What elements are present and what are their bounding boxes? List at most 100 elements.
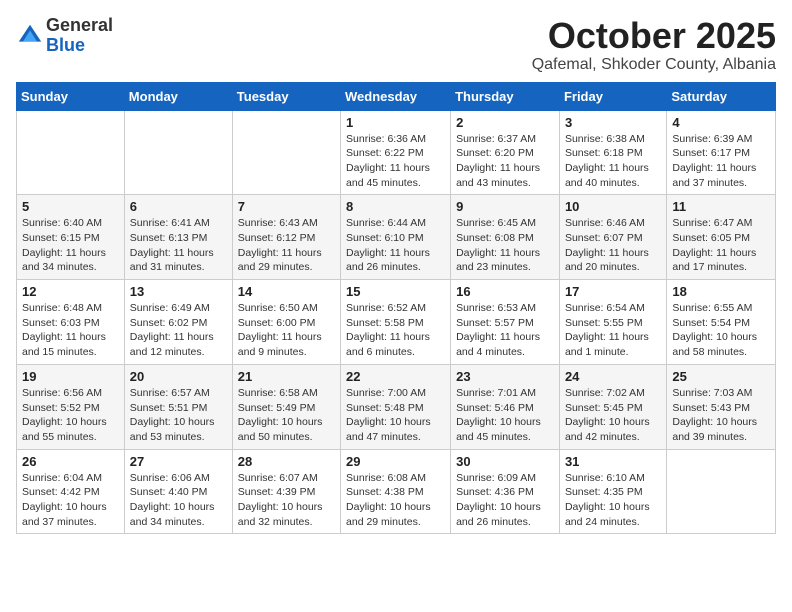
daylight-label: Daylight: 11 hours and 12 minutes. [130, 331, 214, 358]
day-number: 26 [22, 454, 119, 469]
daylight-label: Daylight: 11 hours and 15 minutes. [22, 331, 106, 358]
day-number: 15 [346, 284, 445, 299]
daylight-label: Daylight: 10 hours and 26 minutes. [456, 501, 541, 528]
day-info: Sunrise: 6:04 AMSunset: 4:42 PMDaylight:… [22, 471, 119, 530]
sunrise-label: Sunrise: 6:07 AM [238, 472, 318, 484]
sunset-label: Sunset: 6:22 PM [346, 147, 424, 159]
daylight-label: Daylight: 10 hours and 50 minutes. [238, 416, 323, 443]
sunset-label: Sunset: 6:02 PM [130, 317, 208, 329]
sunset-label: Sunset: 6:18 PM [565, 147, 643, 159]
day-info: Sunrise: 7:02 AM Sunset: 5:45 PM Daylight:… [565, 386, 661, 445]
daylight-label: Daylight: 11 hours and 23 minutes. [456, 247, 540, 274]
sunset-label: Sunset: 4:42 PM [22, 486, 100, 498]
calendar-cell: 14Sunrise: 6:50 AMSunset: 6:00 PMDayligh… [232, 280, 340, 365]
day-number: 31 [565, 454, 661, 469]
daylight-label: Daylight: 10 hours and 39 minutes. [672, 416, 757, 443]
daylight-label: Daylight: 11 hours and 1 minute. [565, 331, 649, 358]
day-info: Sunrise: 6:40 AMSunset: 6:15 PMDaylight:… [22, 216, 119, 275]
daylight-label: Daylight: 10 hours and 45 minutes. [456, 416, 541, 443]
daylight-label: Daylight: 11 hours and 26 minutes. [346, 247, 430, 274]
daylight-label: Daylight: 10 hours and 42 minutes. [565, 416, 650, 443]
day-number: 17 [565, 284, 661, 299]
calendar-cell: 10 Sunrise: 6:46 AM Sunset: 6:07 PM Dayligh… [559, 195, 666, 280]
day-number: 18 [672, 284, 770, 299]
daylight-label: Daylight: 11 hours and 4 minutes. [456, 331, 540, 358]
sunset-label: Sunset: 4:38 PM [346, 486, 424, 498]
day-info: Sunrise: 6:58 AMSunset: 5:49 PMDaylight:… [238, 386, 335, 445]
sunset-label: Sunset: 5:45 PM [565, 402, 643, 414]
day-number: 6 [130, 199, 227, 214]
weekday-header: Friday [559, 82, 666, 110]
calendar-week-row: 26 Sunrise: 6:04 AMSunset: 4:42 PMDayligh… [17, 449, 776, 534]
sunset-label: Sunset: 4:40 PM [130, 486, 208, 498]
day-number: 16 [456, 284, 554, 299]
weekday-header-row: SundayMondayTuesdayWednesdayThursdayFrid… [17, 82, 776, 110]
weekday-header: Tuesday [232, 82, 340, 110]
daylight-label: Daylight: 11 hours and 17 minutes. [672, 247, 756, 274]
sunset-label: Sunset: 4:36 PM [456, 486, 534, 498]
day-info: Sunrise: 6:07 AMSunset: 4:39 PMDaylight:… [238, 471, 335, 530]
page-header: General Blue October 2025 Qafemal, Shkod… [16, 16, 776, 74]
sunset-label: Sunset: 6:15 PM [22, 232, 100, 244]
day-info: Sunrise: 7:01 AMSunset: 5:46 PMDaylight:… [456, 386, 554, 445]
calendar-cell [17, 110, 125, 195]
day-number: 14 [238, 284, 335, 299]
calendar-cell: 26 Sunrise: 6:04 AMSunset: 4:42 PMDayligh… [17, 449, 125, 534]
day-info: Sunrise: 6:38 AMSunset: 6:18 PMDaylight:… [565, 132, 661, 191]
sunrise-label: Sunrise: 6:06 AM [130, 472, 210, 484]
calendar-cell: 24 Sunrise: 7:02 AM Sunset: 5:45 PM Dayligh… [559, 364, 666, 449]
sunset-label: Sunset: 5:51 PM [130, 402, 208, 414]
day-info: Sunrise: 6:57 AMSunset: 5:51 PMDaylight:… [130, 386, 227, 445]
sunrise-label: Sunrise: 6:48 AM [22, 302, 102, 314]
calendar-cell: 25Sunrise: 7:03 AMSunset: 5:43 PMDayligh… [667, 364, 776, 449]
daylight-label: Daylight: 11 hours and 45 minutes. [346, 162, 430, 189]
day-number: 7 [238, 199, 335, 214]
day-number: 10 [565, 199, 661, 214]
month-title: October 2025 [532, 16, 776, 56]
day-number: 4 [672, 115, 770, 130]
daylight-label: Daylight: 10 hours and 37 minutes. [22, 501, 107, 528]
day-info: Sunrise: 6:39 AMSunset: 6:17 PMDaylight:… [672, 132, 770, 191]
day-number: 24 [565, 369, 661, 384]
sunrise-label: Sunrise: 6:46 AM [565, 217, 645, 229]
weekday-header: Thursday [451, 82, 560, 110]
sunset-label: Sunset: 6:10 PM [346, 232, 424, 244]
sunset-label: Sunset: 6:07 PM [565, 232, 643, 244]
daylight-label: Daylight: 10 hours and 29 minutes. [346, 501, 431, 528]
day-info: Sunrise: 6:41 AMSunset: 6:13 PMDaylight:… [130, 216, 227, 275]
day-number: 30 [456, 454, 554, 469]
day-info: Sunrise: 6:46 AM Sunset: 6:07 PM Daylight:… [565, 216, 661, 275]
day-info: Sunrise: 6:10 AMSunset: 4:35 PMDaylight:… [565, 471, 661, 530]
calendar-cell: 11Sunrise: 6:47 AMSunset: 6:05 PMDayligh… [667, 195, 776, 280]
sunrise-label: Sunrise: 7:02 AM [565, 387, 645, 399]
daylight-label: Daylight: 11 hours and 20 minutes. [565, 247, 649, 274]
day-info: Sunrise: 6:56 AMSunset: 5:52 PMDaylight:… [22, 386, 119, 445]
weekday-header: Sunday [17, 82, 125, 110]
calendar-cell: 3Sunrise: 6:38 AMSunset: 6:18 PMDaylight… [559, 110, 666, 195]
day-info: Sunrise: 6:44 AMSunset: 6:10 PMDaylight:… [346, 216, 445, 275]
logo-text: General Blue [46, 16, 113, 56]
sunset-label: Sunset: 5:54 PM [672, 317, 750, 329]
sunrise-label: Sunrise: 7:00 AM [346, 387, 426, 399]
calendar-cell [667, 449, 776, 534]
daylight-label: Daylight: 10 hours and 34 minutes. [130, 501, 215, 528]
sunrise-label: Sunrise: 7:03 AM [672, 387, 752, 399]
sunset-label: Sunset: 6:03 PM [22, 317, 100, 329]
sunrise-label: Sunrise: 6:49 AM [130, 302, 210, 314]
calendar-cell [232, 110, 340, 195]
calendar-cell: 12Sunrise: 6:48 AMSunset: 6:03 PMDayligh… [17, 280, 125, 365]
sunrise-label: Sunrise: 6:41 AM [130, 217, 210, 229]
calendar-cell: 6 Sunrise: 6:41 AMSunset: 6:13 PMDaylight… [124, 195, 232, 280]
sunset-label: Sunset: 5:57 PM [456, 317, 534, 329]
sunrise-label: Sunrise: 6:09 AM [456, 472, 536, 484]
daylight-label: Daylight: 10 hours and 47 minutes. [346, 416, 431, 443]
calendar-week-row: 1Sunrise: 6:36 AMSunset: 6:22 PMDaylight… [17, 110, 776, 195]
calendar-cell: 8Sunrise: 6:44 AMSunset: 6:10 PMDaylight… [341, 195, 451, 280]
sunrise-label: Sunrise: 6:37 AM [456, 133, 536, 145]
sunrise-label: Sunrise: 6:40 AM [22, 217, 102, 229]
calendar-cell: 19Sunrise: 6:56 AMSunset: 5:52 PMDayligh… [17, 364, 125, 449]
day-number: 9 [456, 199, 554, 214]
day-number: 21 [238, 369, 335, 384]
sunrise-label: Sunrise: 6:43 AM [238, 217, 318, 229]
logo-icon [16, 22, 44, 50]
